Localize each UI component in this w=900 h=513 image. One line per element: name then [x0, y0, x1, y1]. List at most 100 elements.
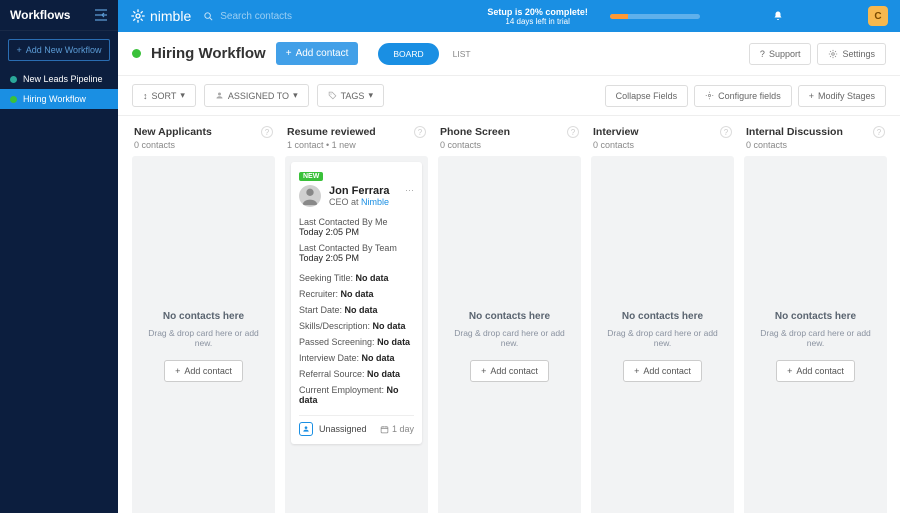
- view-list-button[interactable]: LIST: [439, 44, 485, 64]
- assignee-label: Unassigned: [319, 424, 367, 434]
- search-box[interactable]: [203, 11, 403, 22]
- column-body[interactable]: No contacts here Drag & drop card here o…: [744, 156, 887, 513]
- configure-fields-button[interactable]: Configure fields: [694, 85, 792, 107]
- contact-avatar: [299, 185, 321, 207]
- user-avatar[interactable]: C: [868, 6, 888, 26]
- column-title: Resume reviewed: [287, 126, 376, 138]
- empty-title: No contacts here: [469, 311, 550, 322]
- add-contact-button[interactable]: + Add contact: [164, 360, 243, 382]
- filter-bar: ↕ SORT ▾ ASSIGNED TO ▾ TAGS ▾ Collapse F…: [118, 76, 900, 116]
- sidebar: Workflows + Add New Workflow New Leads P…: [0, 0, 118, 513]
- help-icon[interactable]: ?: [261, 126, 273, 138]
- column-body[interactable]: No contacts here Drag & drop card here o…: [591, 156, 734, 513]
- card-field-value: No data: [345, 305, 378, 315]
- setup-title: Setup is 20% complete!: [487, 7, 588, 17]
- empty-title: No contacts here: [163, 311, 244, 322]
- empty-subtitle: Drag & drop card here or add new.: [142, 328, 265, 348]
- notifications-icon[interactable]: [772, 10, 784, 22]
- card-field-value: No data: [341, 289, 374, 299]
- settings-button[interactable]: Settings: [817, 43, 886, 65]
- last-contacted-team-value: Today 2:05 PM: [299, 253, 414, 263]
- configure-label: Configure fields: [718, 91, 781, 101]
- settings-label: Settings: [842, 49, 875, 59]
- help-icon[interactable]: ?: [720, 126, 732, 138]
- workflow-header: Hiring Workflow + Add contact BOARD LIST…: [118, 32, 900, 76]
- brand-name: nimble: [150, 8, 191, 24]
- tag-icon: [328, 91, 337, 100]
- add-workflow-label: Add New Workflow: [26, 45, 102, 55]
- plus-icon: +: [175, 366, 180, 376]
- workflow-item-label: New Leads Pipeline: [23, 74, 103, 84]
- add-contact-label: Add contact: [184, 366, 232, 376]
- add-contact-label: Add contact: [490, 366, 538, 376]
- card-age: 1 day: [380, 424, 414, 434]
- age-value: 1 day: [392, 424, 414, 434]
- column-body[interactable]: No contacts here Drag & drop card here o…: [438, 156, 581, 513]
- company-link[interactable]: Nimble: [361, 197, 389, 207]
- plus-icon: +: [634, 366, 639, 376]
- contact-card[interactable]: NEW Jon Ferrara CEO at Nimble ⋯ Last Con…: [291, 162, 422, 444]
- workflow-status-dot: [132, 49, 141, 58]
- add-contact-button[interactable]: + Add contact: [276, 42, 359, 65]
- help-icon[interactable]: ?: [873, 126, 885, 138]
- gear-icon: [705, 91, 714, 100]
- workflow-color-dot: [10, 76, 17, 83]
- column-body[interactable]: No contacts here Drag & drop card here o…: [132, 156, 275, 513]
- kanban-column: Interview ? 0 contacts No contacts here …: [591, 126, 734, 503]
- workflow-color-dot: [10, 96, 17, 103]
- card-field-value: No data: [373, 321, 406, 331]
- help-icon[interactable]: ?: [567, 126, 579, 138]
- empty-subtitle: Drag & drop card here or add new.: [754, 328, 877, 348]
- collapse-sidebar-icon[interactable]: [94, 9, 108, 21]
- add-contact-button[interactable]: +Add contact: [470, 360, 549, 382]
- column-subtitle: 0 contacts: [440, 140, 579, 150]
- calendar-icon: [380, 425, 389, 434]
- view-board-button[interactable]: BOARD: [378, 43, 438, 65]
- setup-progress-fill: [610, 14, 628, 19]
- last-contacted-me-label: Last Contacted By Me: [299, 217, 414, 227]
- sidebar-header: Workflows: [0, 0, 118, 31]
- column-header: Resume reviewed ? 1 contact • 1 new: [285, 126, 428, 156]
- add-contact-button[interactable]: +Add contact: [776, 360, 855, 382]
- plus-icon: +: [809, 91, 814, 101]
- empty-title: No contacts here: [622, 311, 703, 322]
- card-menu-icon[interactable]: ⋯: [405, 185, 414, 196]
- last-contacted-team-label: Last Contacted By Team: [299, 243, 414, 253]
- card-field-value: No data: [367, 369, 400, 379]
- support-label: Support: [769, 49, 801, 59]
- tags-label: TAGS: [341, 91, 365, 101]
- assigned-filter-button[interactable]: ASSIGNED TO ▾: [204, 84, 309, 107]
- sidebar-title: Workflows: [10, 8, 70, 22]
- view-toggle: BOARD LIST: [378, 43, 484, 65]
- kanban-board: New Applicants ? 0 contacts No contacts …: [118, 116, 900, 513]
- person-icon: [215, 91, 224, 100]
- setup-status[interactable]: Setup is 20% complete! 14 days left in t…: [487, 7, 588, 26]
- empty-state: No contacts here Drag & drop card here o…: [744, 156, 887, 513]
- support-button[interactable]: ? Support: [749, 43, 812, 65]
- search-input[interactable]: [220, 11, 403, 22]
- kanban-column: New Applicants ? 0 contacts No contacts …: [132, 126, 275, 503]
- card-assignee[interactable]: Unassigned: [299, 422, 367, 436]
- sidebar-workflow-item[interactable]: New Leads Pipeline: [0, 69, 118, 89]
- column-header: Phone Screen ? 0 contacts: [438, 126, 581, 156]
- collapse-fields-button[interactable]: Collapse Fields: [605, 85, 689, 107]
- search-icon: [203, 11, 214, 22]
- empty-subtitle: Drag & drop card here or add new.: [601, 328, 724, 348]
- modify-stages-button[interactable]: + Modify Stages: [798, 85, 886, 107]
- add-workflow-button[interactable]: + Add New Workflow: [8, 39, 110, 61]
- modify-label: Modify Stages: [818, 91, 875, 101]
- card-field-label: Current Employment:: [299, 385, 384, 395]
- tags-filter-button[interactable]: TAGS ▾: [317, 84, 384, 107]
- sidebar-workflow-item[interactable]: Hiring Workflow: [0, 89, 118, 109]
- column-body[interactable]: NEW Jon Ferrara CEO at Nimble ⋯ Last Con…: [285, 156, 428, 513]
- add-contact-button[interactable]: +Add contact: [623, 360, 702, 382]
- brand-logo[interactable]: nimble: [130, 8, 191, 24]
- kanban-column: Phone Screen ? 0 contacts No contacts he…: [438, 126, 581, 503]
- sort-button[interactable]: ↕ SORT ▾: [132, 84, 196, 107]
- kanban-column: Resume reviewed ? 1 contact • 1 new NEW …: [285, 126, 428, 503]
- help-icon[interactable]: ?: [414, 126, 426, 138]
- empty-state: No contacts here Drag & drop card here o…: [438, 156, 581, 513]
- new-badge: NEW: [299, 172, 323, 181]
- chevron-down-icon: ▾: [368, 90, 373, 101]
- column-title: Phone Screen: [440, 126, 510, 138]
